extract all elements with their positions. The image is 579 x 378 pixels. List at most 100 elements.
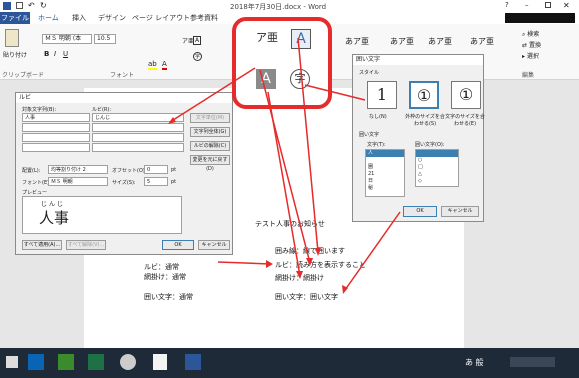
tray-icons[interactable] [510, 357, 555, 367]
excel-icon[interactable] [88, 354, 104, 370]
app-icon-green[interactable] [58, 354, 74, 370]
target-field-empty-3[interactable] [22, 143, 90, 152]
shape-option-1[interactable]: ○ [416, 157, 458, 164]
account-box[interactable] [505, 13, 575, 23]
browser-icon[interactable] [120, 354, 136, 370]
help-icon[interactable]: ? [505, 1, 509, 9]
style-heading1[interactable]: あア亜 [390, 36, 414, 47]
replace-icon[interactable]: ⇄ 置換 [522, 40, 541, 49]
ruby-field-empty-1[interactable] [92, 123, 184, 132]
redo-icon[interactable]: ↻ [40, 1, 47, 10]
bold-button[interactable]: B [44, 50, 49, 58]
enclose-dialog: 囲い文字 スタイル 1 ① ① なし(N) 外枠のサイズを合わせる(S) 文字の… [352, 54, 485, 222]
highlight-icon[interactable]: ab [148, 60, 157, 70]
tab-home[interactable]: ホーム [38, 13, 59, 23]
taskbar: あ 般 [0, 348, 579, 378]
select-icon[interactable]: ▸ 選択 [522, 51, 539, 60]
doc-left-circle: 囲い文字：通常 [144, 293, 193, 301]
enclose-border-icon[interactable]: A [193, 36, 201, 45]
start-icon[interactable] [6, 356, 18, 368]
notepad-icon[interactable] [153, 354, 167, 370]
minimize-icon[interactable]: – [525, 1, 529, 9]
style-shrink-label: 外枠のサイズを合わせる(S) [405, 114, 445, 127]
maximize-icon[interactable] [545, 2, 551, 8]
shape-option-0[interactable] [416, 150, 458, 157]
zoom-callout: ア亜 A A 字 [232, 17, 332, 109]
remove-all-button[interactable]: すべて解除(V)... [66, 240, 106, 250]
align-select[interactable]: 均等割り付け 2 [48, 165, 108, 174]
char-option-5[interactable]: 秘 [366, 185, 404, 192]
outlook-icon[interactable] [28, 354, 44, 370]
target-field-empty-1[interactable] [22, 123, 90, 132]
char-option-3[interactable]: 21 [366, 171, 404, 178]
style-shrink-text-option[interactable]: ① [409, 81, 439, 109]
style-normal[interactable]: あア亜 [345, 36, 369, 47]
replace-button[interactable]: 置換 [529, 42, 541, 49]
style-title[interactable]: あア亜 [470, 36, 494, 47]
enclose-ok-button[interactable]: OK [403, 206, 437, 217]
zoom-ruby-icon: ア亜 [256, 31, 278, 44]
select-button[interactable]: 選択 [527, 53, 539, 60]
whole-string-button[interactable]: 文字列全体(G) [190, 127, 230, 137]
font-size-select[interactable]: 10.5 [94, 34, 116, 44]
search-icon[interactable]: ⌕ 検索 [522, 29, 539, 39]
style-heading2[interactable]: あア亜 [428, 36, 452, 47]
char-unit-button[interactable]: 文字単位(M) [190, 113, 230, 123]
shape-list[interactable]: ○ □ △ ◇ [415, 149, 459, 187]
char-option-4[interactable]: 日 [366, 178, 404, 185]
char-option-2[interactable]: 圏 [366, 164, 404, 171]
ime-indicator[interactable]: あ 般 [465, 357, 484, 368]
tab-design[interactable]: デザイン [98, 13, 126, 23]
tab-file[interactable]: ファイル [0, 12, 30, 24]
char-option-1[interactable] [366, 157, 404, 164]
paste-icon[interactable] [5, 29, 19, 47]
tab-references[interactable]: 参考資料 [190, 13, 218, 23]
tab-insert[interactable]: 挿入 [72, 13, 86, 23]
search-button[interactable]: 検索 [527, 31, 539, 38]
size-field[interactable]: 5 [144, 177, 168, 186]
char-label: 文字(T): [367, 142, 386, 148]
ruby-ok-button[interactable]: OK [162, 240, 194, 250]
size-label: サイズ(S): [112, 180, 136, 186]
underline-button[interactable]: U [63, 50, 68, 58]
char-option-0[interactable]: 人 [366, 150, 404, 157]
tab-layout[interactable]: ページ レイアウト [132, 13, 190, 23]
ruby-cancel-button[interactable]: キャンセル [198, 240, 230, 250]
shape-option-2[interactable]: □ [416, 164, 458, 171]
ruby-field-empty-2[interactable] [92, 133, 184, 142]
align-label: 配置(L): [22, 168, 41, 174]
ruby-field-empty-3[interactable] [92, 143, 184, 152]
italic-button[interactable]: I [54, 50, 56, 58]
apply-all-button[interactable]: すべて適用(A)... [22, 240, 62, 250]
target-field[interactable]: 人事 [22, 113, 90, 122]
ruby-field[interactable]: じんじ [92, 113, 184, 122]
ruby-icon[interactable]: ア亜 [182, 36, 194, 45]
revert-button[interactable]: 変更を元に戻す(D) [190, 155, 230, 172]
shape-option-3[interactable]: △ [416, 171, 458, 178]
doc-line-shade: 網掛け：網掛け [275, 274, 324, 282]
target-field-empty-2[interactable] [22, 133, 90, 142]
enclose-char-icon[interactable]: 字 [193, 52, 202, 61]
shape-label: 囲い文字(O): [415, 142, 445, 148]
undo-icon[interactable]: ↶ [28, 1, 35, 10]
word-taskbar-icon[interactable] [185, 354, 201, 370]
style-none-option[interactable]: 1 [367, 81, 397, 109]
font-select[interactable]: ＭＳ 明朝 [48, 177, 108, 186]
edit-group-label: 編集 [522, 72, 535, 79]
ruby-label: ルビ(R): [92, 107, 112, 113]
close-icon[interactable]: ✕ [563, 1, 570, 10]
paste-button[interactable]: 貼り付け [3, 50, 27, 59]
font-color-icon[interactable]: A [162, 60, 167, 70]
save-icon[interactable] [16, 2, 23, 9]
shape-option-4[interactable]: ◇ [416, 178, 458, 185]
offset-field[interactable]: 0 [144, 165, 168, 174]
enclose-dialog-title: 囲い文字 [353, 55, 483, 65]
enclose-cancel-button[interactable]: キャンセル [441, 206, 479, 217]
char-list[interactable]: 人 圏 21 日 秘 [365, 149, 405, 197]
zoom-shading-icon: A [256, 69, 276, 89]
style-enlarge-symbol-option[interactable]: ① [451, 81, 481, 109]
title-bar: ↶ ↻ 2018年7月30日.docx - Word ? – ✕ [0, 0, 579, 12]
doc-line-ruby: ルビ：読み方を表示すること [275, 261, 366, 269]
remove-ruby-button[interactable]: ルビの解除(C) [190, 141, 230, 151]
font-name-select[interactable]: ＭＳ 明朝 (本 [42, 34, 92, 44]
